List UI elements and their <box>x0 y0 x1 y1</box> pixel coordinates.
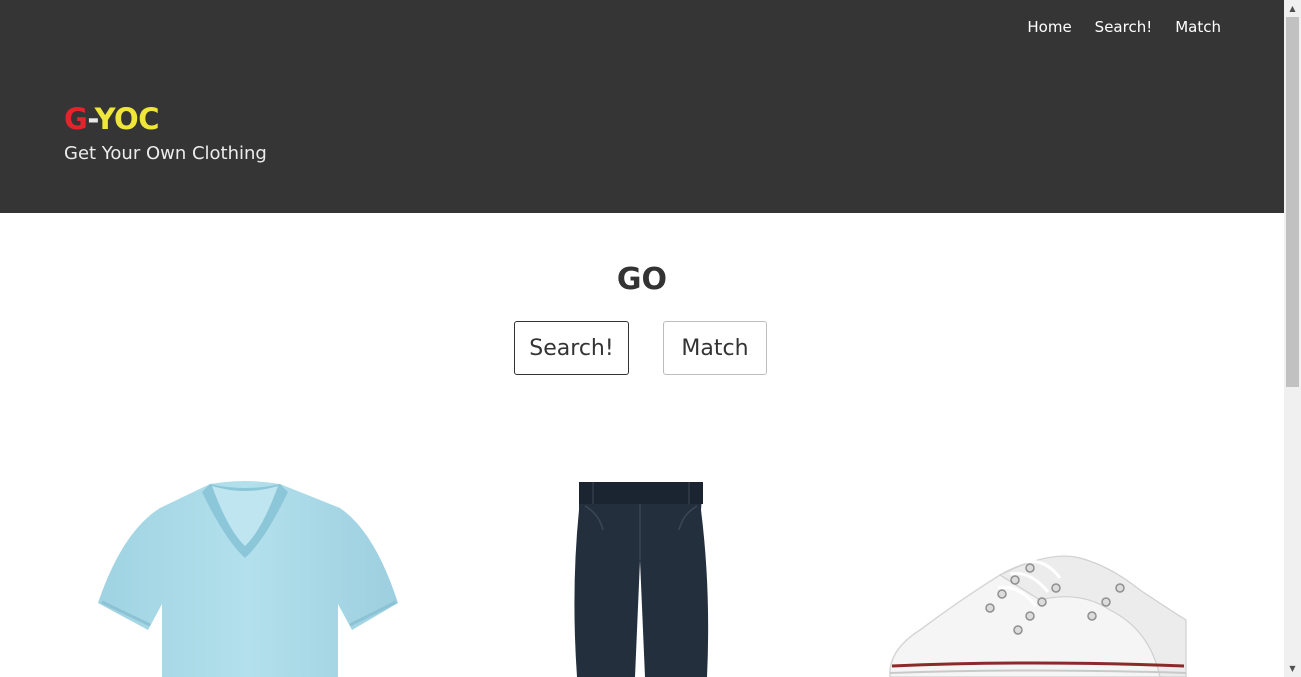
vertical-scrollbar[interactable]: ▲ ▼ <box>1284 0 1301 677</box>
brand-tagline: Get Your Own Clothing <box>64 143 267 164</box>
site-header: Home Search! Match G-YOC Get Your Own Cl… <box>0 0 1284 213</box>
brand-yoc: YOC <box>94 102 160 136</box>
top-nav: Home Search! Match <box>1027 17 1221 37</box>
tshirt-icon <box>98 481 398 677</box>
brand-g: G <box>64 102 88 136</box>
search-button[interactable]: Search! <box>514 321 629 375</box>
brand-dash: - <box>87 102 95 136</box>
scroll-down-arrow-icon[interactable]: ▼ <box>1284 660 1301 677</box>
sneakers-icon <box>889 555 1187 677</box>
nav-home-link[interactable]: Home <box>1027 17 1071 37</box>
product-tshirt[interactable] <box>90 470 410 677</box>
nav-match-link[interactable]: Match <box>1175 17 1221 37</box>
nav-search-link[interactable]: Search! <box>1095 17 1153 37</box>
match-button[interactable]: Match <box>663 321 767 375</box>
scroll-thumb[interactable] <box>1286 17 1299 387</box>
brand-logo[interactable]: G-YOC <box>64 100 160 138</box>
page: Home Search! Match G-YOC Get Your Own Cl… <box>0 0 1284 677</box>
product-sneakers[interactable] <box>880 470 1190 677</box>
scroll-up-arrow-icon[interactable]: ▲ <box>1284 0 1301 17</box>
pants-icon <box>574 482 709 677</box>
go-heading: GO <box>616 262 668 297</box>
product-pants[interactable] <box>565 470 715 677</box>
